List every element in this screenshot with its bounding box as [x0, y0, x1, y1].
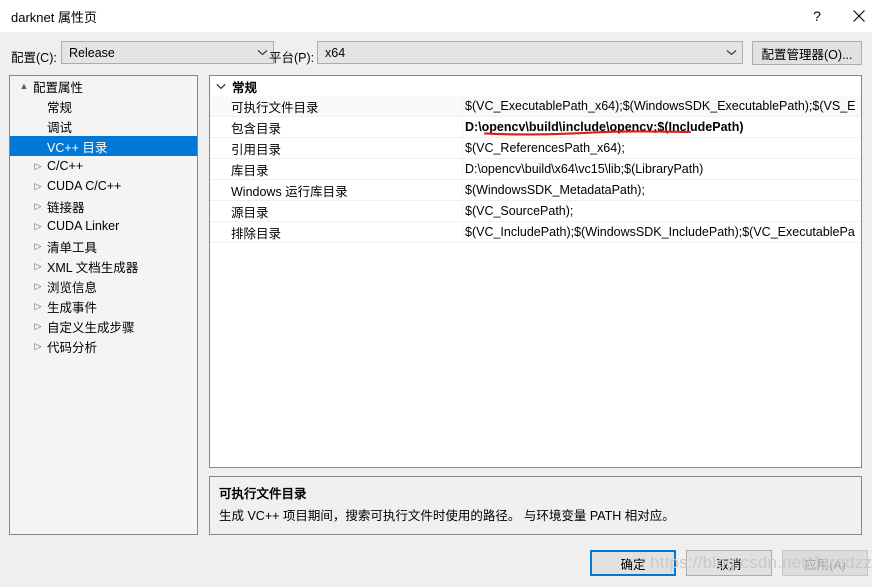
expand-arrow-icon[interactable]: ▷	[30, 241, 46, 252]
sidebar-item-label: CUDA C/C++	[47, 179, 122, 193]
property-value[interactable]: $(VC_ReferencesPath_x64);	[462, 141, 861, 155]
table-row[interactable]: 引用目录 $(VC_ReferencesPath_x64);	[210, 138, 861, 159]
sidebar-item-label: C/C++	[47, 159, 84, 173]
chevron-down-icon	[210, 83, 232, 90]
configuration-manager-button[interactable]: 配置管理器(O)...	[752, 41, 862, 65]
expand-arrow-icon[interactable]: ▷	[30, 301, 46, 312]
sidebar-item-label: 常规	[47, 100, 73, 115]
property-group-header[interactable]: 常规	[210, 76, 861, 96]
sidebar-item-13[interactable]: ▷ 代码分析	[10, 336, 197, 356]
apply-button-label: 应用(A)	[804, 557, 846, 572]
property-name: 源目录	[231, 205, 269, 220]
property-group-label: 常规	[232, 80, 258, 95]
description-text: 生成 VC++ 项目期间，搜索可执行文件时使用的路径。 与环境变量 PATH 相…	[219, 509, 675, 523]
expand-arrow-icon[interactable]: ▷	[30, 161, 46, 172]
help-button[interactable]: ?	[796, 0, 838, 32]
sidebar-item-1[interactable]: 常规	[10, 96, 197, 116]
window-title: darknet 属性页	[11, 10, 97, 25]
ok-button[interactable]: 确定	[590, 550, 676, 576]
property-name: 包含目录	[231, 121, 282, 136]
sidebar-item-4[interactable]: ▷ C/C++	[10, 156, 197, 176]
sidebar-item-3[interactable]: VC++ 目录	[10, 136, 197, 156]
property-name: 库目录	[231, 163, 269, 178]
sidebar-item-0[interactable]: ▲ 配置属性	[10, 76, 197, 96]
sidebar-item-label: 调试	[47, 120, 73, 135]
description-title: 可执行文件目录	[219, 487, 307, 501]
sidebar-item-5[interactable]: ▷ CUDA C/C++	[10, 176, 197, 196]
ok-button-label: 确定	[620, 557, 646, 572]
configuration-tree[interactable]: ▲ 配置属性 常规 调试 VC++ 目录 ▷ C/C++ ▷ CUDA C/C++ ▷ 链接器 ▷ CU…	[9, 75, 198, 535]
property-value[interactable]: $(VC_ExecutablePath_x64);$(WindowsSDK_Ex…	[462, 99, 861, 113]
expand-arrow-icon[interactable]: ▷	[30, 221, 46, 232]
property-grid[interactable]: 常规 可执行文件目录 $(VC_ExecutablePath_x64);$(Win…	[209, 75, 862, 468]
property-value[interactable]: $(VC_SourcePath);	[462, 204, 861, 218]
sidebar-item-6[interactable]: ▷ 链接器	[10, 196, 197, 216]
sidebar-item-label: VC++ 目录	[47, 140, 108, 155]
sidebar-item-label: XML 文档生成器	[47, 260, 139, 275]
configuration-manager-label: 配置管理器(O)...	[761, 47, 853, 62]
table-row[interactable]: Windows 运行库目录 $(WindowsSDK_MetadataPath);	[210, 180, 861, 201]
property-value[interactable]: D:\opencv\build\x64\vc15\lib;$(LibraryPa…	[462, 162, 861, 176]
close-icon	[853, 10, 865, 22]
expand-arrow-icon[interactable]: ▷	[30, 321, 46, 332]
sidebar-item-label: 生成事件	[47, 300, 98, 315]
collapse-arrow-icon[interactable]: ▲	[16, 81, 32, 91]
property-name: 引用目录	[231, 142, 282, 157]
platform-label: 平台(P):	[269, 51, 315, 65]
apply-button: 应用(A)	[782, 550, 868, 576]
sidebar-item-label: 清单工具	[47, 240, 98, 255]
table-row[interactable]: 排除目录 $(VC_IncludePath);$(WindowsSDK_Inclu…	[210, 222, 861, 243]
sidebar-item-label: 配置属性	[33, 80, 84, 95]
property-value[interactable]: $(VC_IncludePath);$(WindowsSDK_IncludePa…	[462, 225, 861, 239]
chevron-down-icon	[720, 49, 742, 56]
configuration-dropdown[interactable]: Release	[61, 41, 274, 64]
expand-arrow-icon[interactable]: ▷	[30, 341, 46, 352]
sidebar-item-label: 链接器	[47, 200, 85, 215]
close-button[interactable]	[838, 0, 872, 32]
configuration-value: Release	[69, 45, 115, 60]
cancel-button[interactable]: 取消	[686, 550, 772, 576]
table-row[interactable]: 包含目录 D:\opencv\build\include\opencv;$(Inc…	[210, 117, 861, 138]
sidebar-item-label: 自定义生成步骤	[47, 320, 135, 335]
property-name: Windows 运行库目录	[231, 184, 348, 199]
property-value[interactable]: D:\opencv\build\include\opencv;$(Include…	[462, 120, 861, 134]
configuration-label: 配置(C):	[11, 51, 57, 65]
sidebar-item-label: CUDA Linker	[47, 219, 120, 233]
platform-value: x64	[325, 45, 346, 60]
table-row[interactable]: 库目录 D:\opencv\build\x64\vc15\lib;$(Librar…	[210, 159, 861, 180]
sidebar-item-label: 代码分析	[47, 340, 98, 355]
question-mark-icon: ?	[813, 8, 821, 24]
sidebar-item-7[interactable]: ▷ CUDA Linker	[10, 216, 197, 236]
platform-dropdown[interactable]: x64	[317, 41, 743, 64]
cancel-button-label: 取消	[716, 557, 742, 572]
sidebar-item-9[interactable]: ▷ XML 文档生成器	[10, 256, 197, 276]
sidebar-item-8[interactable]: ▷ 清单工具	[10, 236, 197, 256]
property-value[interactable]: $(WindowsSDK_MetadataPath);	[462, 183, 861, 197]
title-bar: darknet 属性页 ?	[0, 0, 872, 32]
sidebar-item-12[interactable]: ▷ 自定义生成步骤	[10, 316, 197, 336]
table-row[interactable]: 可执行文件目录 $(VC_ExecutablePath_x64);$(Window…	[210, 96, 861, 117]
sidebar-item-10[interactable]: ▷ 浏览信息	[10, 276, 197, 296]
sidebar-item-label: 浏览信息	[47, 280, 98, 295]
expand-arrow-icon[interactable]: ▷	[30, 201, 46, 212]
sidebar-item-11[interactable]: ▷ 生成事件	[10, 296, 197, 316]
expand-arrow-icon[interactable]: ▷	[30, 281, 46, 292]
table-row[interactable]: 源目录 $(VC_SourcePath);	[210, 201, 861, 222]
property-name: 可执行文件目录	[231, 100, 319, 115]
expand-arrow-icon[interactable]: ▷	[30, 181, 46, 192]
sidebar-item-2[interactable]: 调试	[10, 116, 197, 136]
expand-arrow-icon[interactable]: ▷	[30, 261, 46, 272]
property-name: 排除目录	[231, 226, 282, 241]
description-panel: 可执行文件目录 生成 VC++ 项目期间，搜索可执行文件时使用的路径。 与环境变…	[209, 476, 862, 535]
